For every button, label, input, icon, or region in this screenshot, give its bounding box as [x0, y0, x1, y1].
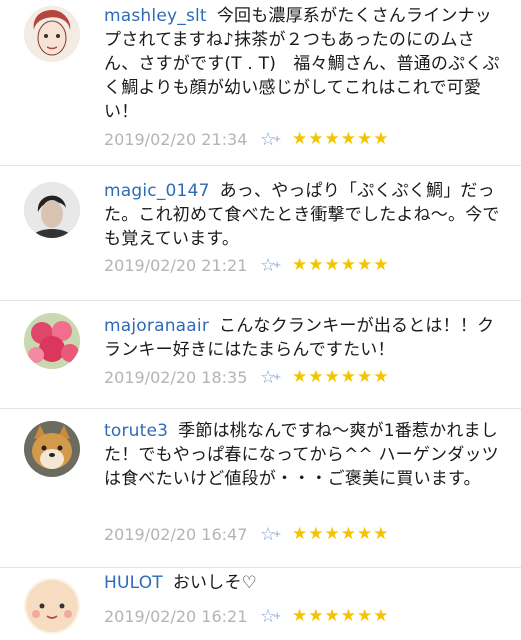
star-rating: ★★★★★★ — [292, 524, 390, 544]
smiley-face-avatar-image — [24, 578, 80, 634]
add-favorite-icon[interactable]: ☆ + — [260, 524, 292, 545]
star-rating: ★★★★★★ — [292, 367, 390, 387]
add-favorite-icon[interactable]: ☆ + — [260, 367, 292, 388]
comment-meta: 2019/02/20 21:34 ☆ + ★★★★★★ — [104, 127, 389, 151]
comment-item: HULOT おいしそ♡ 2019/02/20 16:21 ☆ + ★★★★★★ — [0, 568, 521, 640]
comment-meta: 2019/02/20 16:47 ☆ + ★★★★★★ — [104, 522, 389, 546]
drawing-face-avatar-image — [24, 6, 80, 62]
comment-text: HULOT おいしそ♡ — [104, 571, 507, 595]
timestamp: 2019/02/20 18:35 — [104, 367, 248, 387]
avatar[interactable] — [24, 313, 80, 369]
comment-meta: 2019/02/20 18:35 ☆ + ★★★★★★ — [104, 365, 389, 389]
comment-text: majoranaair こんなクランキーが出るとは！！クランキー好きにはたまらんで… — [104, 314, 507, 362]
comment-meta: 2019/02/20 21:21 ☆ + ★★★★★★ — [104, 253, 389, 277]
star-rating: ★★★★★★ — [292, 129, 390, 149]
timestamp: 2019/02/20 16:47 — [104, 524, 248, 544]
person-photo-avatar-image — [24, 182, 80, 238]
add-favorite-icon[interactable]: ☆ + — [260, 129, 292, 150]
avatar[interactable] — [24, 421, 80, 477]
star-rating: ★★★★★★ — [292, 255, 390, 275]
comment-text: magic_0147 あっ、やっぱり「ぷくぷく鯛」だった。これ初めて食べたとき衝撃… — [104, 179, 507, 251]
username-link[interactable]: magic_0147 — [104, 181, 210, 201]
add-favorite-icon[interactable]: ☆ + — [260, 255, 292, 276]
timestamp: 2019/02/20 16:21 — [104, 606, 248, 626]
add-favorite-icon[interactable]: ☆ + — [260, 606, 292, 627]
star-rating: ★★★★★★ — [292, 606, 390, 626]
comment-text: mashley_slt 今回も濃厚系がたくさんラインナップされてますね♪抹茶が２つ… — [104, 4, 507, 124]
comment-item: torute3 季節は桃なんですね〜爽が1番惹かれました！でもやっぱ春になってから… — [0, 409, 521, 568]
username-link[interactable]: HULOT — [104, 573, 163, 593]
avatar[interactable] — [24, 182, 80, 238]
comment-item: mashley_slt 今回も濃厚系がたくさんラインナップされてますね♪抹茶が２つ… — [0, 0, 521, 166]
comment-item: magic_0147 あっ、やっぱり「ぷくぷく鯛」だった。これ初めて食べたとき衝撃… — [0, 166, 521, 301]
comment-text: torute3 季節は桃なんですね〜爽が1番惹かれました！でもやっぱ春になってから… — [104, 419, 507, 491]
flower-photo-avatar-image — [24, 313, 80, 369]
username-link[interactable]: torute3 — [104, 421, 168, 441]
username-link[interactable]: mashley_slt — [104, 6, 207, 26]
avatar[interactable] — [24, 578, 80, 634]
avatar[interactable] — [24, 6, 80, 62]
username-link[interactable]: majoranaair — [104, 316, 209, 336]
dog-photo-avatar-image — [24, 421, 80, 477]
timestamp: 2019/02/20 21:21 — [104, 255, 248, 275]
comment-meta: 2019/02/20 16:21 ☆ + ★★★★★★ — [104, 604, 389, 628]
comment-item: majoranaair こんなクランキーが出るとは！！クランキー好きにはたまらんで… — [0, 301, 521, 409]
timestamp: 2019/02/20 21:34 — [104, 129, 248, 149]
comment-body: おいしそ♡ — [172, 573, 258, 593]
